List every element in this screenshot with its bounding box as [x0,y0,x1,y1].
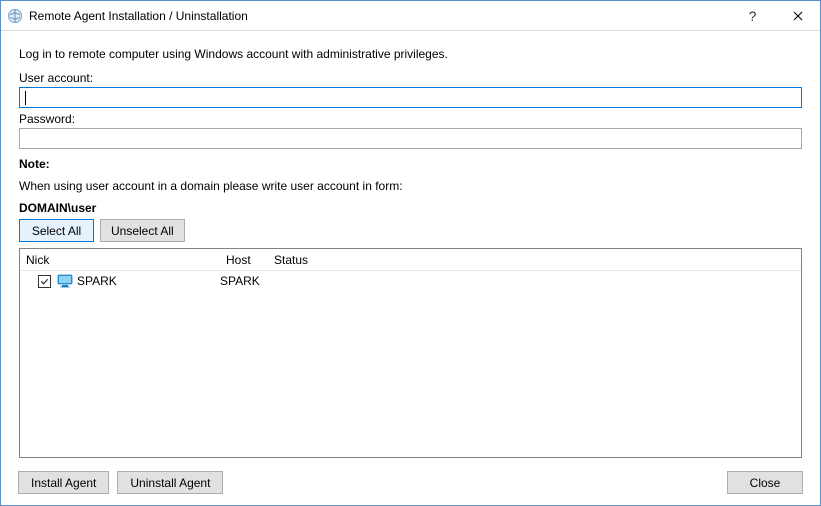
select-all-button[interactable]: Select All [19,219,94,242]
note-example: DOMAIN\user [19,201,802,215]
app-icon [7,8,23,24]
install-agent-button[interactable]: Install Agent [18,471,109,494]
password-input[interactable] [19,128,802,149]
unselect-all-button[interactable]: Unselect All [100,219,185,242]
note-text: When using user account in a domain plea… [19,179,802,193]
column-header-host[interactable]: Host [220,249,268,270]
hosts-listview[interactable]: Nick Host Status SPARK SPARK [19,248,802,458]
table-row[interactable]: SPARK SPARK [20,271,801,291]
note-heading: Note: [19,157,802,171]
user-account-label: User account: [19,71,802,85]
titlebar: Remote Agent Installation / Uninstallati… [1,1,820,31]
uninstall-agent-button[interactable]: Uninstall Agent [117,471,223,494]
row-checkbox[interactable] [38,275,51,288]
dialog-content: Log in to remote computer using Windows … [1,31,820,468]
column-header-nick[interactable]: Nick [20,249,220,270]
row-nick: SPARK [77,274,117,288]
user-account-input[interactable] [19,87,802,108]
dialog-footer: Install Agent Uninstall Agent Close [18,471,803,494]
password-label: Password: [19,112,802,126]
close-window-button[interactable] [775,1,820,30]
listview-header: Nick Host Status [20,249,801,271]
row-host: SPARK [220,274,268,288]
text-caret [25,91,26,105]
window-title: Remote Agent Installation / Uninstallati… [29,9,730,23]
help-button[interactable]: ? [730,1,775,30]
instruction-text: Log in to remote computer using Windows … [19,47,802,61]
close-button[interactable]: Close [727,471,803,494]
column-header-status[interactable]: Status [268,249,801,270]
monitor-icon [57,274,73,288]
